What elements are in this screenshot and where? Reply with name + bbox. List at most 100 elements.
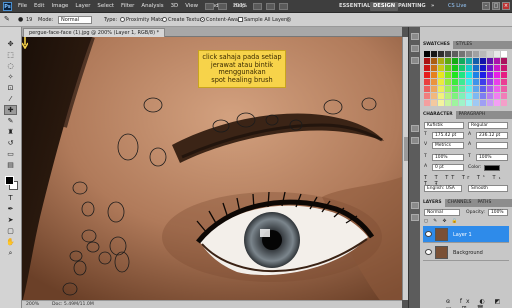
shape-tool-icon[interactable]: ▢ — [4, 226, 17, 236]
visibility-eye-icon[interactable] — [425, 231, 432, 237]
color-swatch[interactable] — [424, 93, 430, 99]
visibility-eye-icon[interactable] — [425, 249, 432, 255]
color-swatch[interactable] — [466, 58, 472, 64]
color-swatch[interactable] — [501, 72, 507, 78]
quick-select-tool-icon[interactable]: ✧ — [4, 72, 17, 82]
color-swatch[interactable] — [501, 100, 507, 106]
color-swatch[interactable] — [445, 79, 451, 85]
tracking-field[interactable] — [476, 142, 508, 149]
menu-3d[interactable]: 3D — [171, 3, 179, 9]
color-swatch[interactable] — [431, 65, 437, 71]
horizontal-scale-field[interactable]: 100% — [476, 154, 508, 161]
lasso-tool-icon[interactable]: ◌ — [4, 61, 17, 71]
kerning-field[interactable]: Metrics — [432, 142, 464, 149]
crop-tool-icon[interactable]: ⊡ — [4, 83, 17, 93]
document-tab[interactable]: pergue-face-face (1).jpg @ 200% (Layer 1… — [23, 28, 166, 37]
color-swatch[interactable] — [473, 86, 479, 92]
history-panel-icon[interactable] — [411, 33, 419, 40]
color-swatch[interactable] — [424, 72, 430, 78]
pressure-size-icon[interactable]: ◎ — [286, 16, 291, 23]
color-swatch[interactable] — [487, 100, 493, 106]
status-zoom[interactable]: 200% — [26, 301, 39, 308]
brush-preset-icon[interactable]: ● — [18, 16, 23, 23]
minimize-button[interactable]: – — [482, 2, 490, 10]
color-swatch[interactable] — [473, 65, 479, 71]
color-swatch[interactable] — [459, 86, 465, 92]
move-tool-icon[interactable]: ✥ — [4, 39, 17, 49]
color-swatch[interactable] — [424, 51, 430, 57]
menu-image[interactable]: Image — [51, 3, 68, 9]
paragraph-panel-icon[interactable] — [411, 137, 419, 144]
gradient-tool-icon[interactable]: ▤ — [4, 160, 17, 170]
color-swatch[interactable] — [452, 100, 458, 106]
vertical-scale-field[interactable]: 100% — [432, 154, 464, 161]
create-texture-option[interactable]: Create Texture — [162, 17, 205, 23]
color-swatch[interactable] — [480, 65, 486, 71]
color-swatch[interactable] — [452, 86, 458, 92]
color-swatch[interactable] — [480, 93, 486, 99]
color-swatch[interactable] — [438, 86, 444, 92]
color-swatch[interactable] — [480, 79, 486, 85]
color-swatch[interactable] — [473, 51, 479, 57]
color-swatch[interactable] — [459, 100, 465, 106]
proximity-radio[interactable] — [120, 17, 125, 22]
actions-panel-icon[interactable] — [411, 45, 419, 52]
foreground-color[interactable] — [5, 176, 14, 185]
color-swatch[interactable] — [438, 51, 444, 57]
sample-all-checkbox[interactable] — [238, 17, 243, 22]
clone-stamp-tool-icon[interactable]: ♜ — [4, 127, 17, 137]
color-swatch[interactable] — [487, 51, 493, 57]
color-swatch[interactable] — [487, 93, 493, 99]
color-swatch[interactable] — [473, 72, 479, 78]
tab-styles[interactable]: STYLES — [453, 41, 475, 49]
color-swatch[interactable] — [487, 58, 493, 64]
baseline-field[interactable]: 0 pt — [432, 164, 464, 171]
color-swatch[interactable] — [494, 72, 500, 78]
color-swatch[interactable] — [431, 51, 437, 57]
content-aware-option[interactable]: Content-Aware — [200, 17, 243, 23]
color-swatch[interactable] — [445, 93, 451, 99]
color-swatch[interactable] — [424, 58, 430, 64]
color-swatch[interactable] — [501, 93, 507, 99]
color-swatch[interactable] — [487, 79, 493, 85]
color-swatch[interactable] — [494, 79, 500, 85]
color-swatch[interactable] — [494, 86, 500, 92]
blend-mode-select[interactable]: Normal — [424, 209, 460, 216]
menu-view[interactable]: View — [185, 3, 198, 9]
color-swatch[interactable] — [424, 65, 430, 71]
color-swatch[interactable] — [438, 93, 444, 99]
color-swatch[interactable] — [494, 93, 500, 99]
eyedropper-tool-icon[interactable]: ⁄ — [4, 94, 17, 104]
color-swatch[interactable] — [438, 65, 444, 71]
color-swatch[interactable] — [431, 86, 437, 92]
color-swatch[interactable] — [466, 51, 472, 57]
color-swatch[interactable] — [431, 79, 437, 85]
color-swatch[interactable] — [445, 51, 451, 57]
mode-select[interactable]: Normal — [58, 16, 92, 24]
close-button[interactable]: × — [502, 2, 510, 10]
color-swatch[interactable] — [501, 58, 507, 64]
color-swatch[interactable] — [466, 93, 472, 99]
tab-paragraph[interactable]: PARAGRAPH — [456, 111, 488, 119]
font-size-field[interactable]: 175.42 pt — [432, 132, 464, 139]
opacity-field[interactable]: 100% — [488, 209, 508, 216]
tab-channels[interactable]: CHANNELS — [445, 199, 475, 207]
color-swatch[interactable] — [473, 93, 479, 99]
menu-layer[interactable]: Layer — [75, 3, 90, 9]
brush-size-value[interactable]: 19 — [26, 17, 32, 23]
tab-paths[interactable]: PATHS — [474, 199, 494, 207]
color-swatch[interactable] — [487, 72, 493, 78]
menu-edit[interactable]: Edit — [34, 3, 44, 9]
color-swatch[interactable] — [431, 58, 437, 64]
anti-alias-select[interactable]: Smooth — [468, 185, 508, 192]
color-swatch[interactable] — [473, 58, 479, 64]
text-tool-icon[interactable]: T — [4, 193, 17, 203]
color-swatch[interactable] — [445, 86, 451, 92]
color-swatch[interactable] — [431, 93, 437, 99]
proximity-match-option[interactable]: Proximity Match — [120, 17, 166, 23]
bridge-icon[interactable] — [205, 3, 214, 10]
maximize-button[interactable]: □ — [492, 2, 500, 10]
color-swatch[interactable] — [466, 100, 472, 106]
layer-actions-bar[interactable]: ɞ fx ◐ ◩ ▭ ⊞ 🗑 — [446, 298, 512, 308]
color-swatch[interactable] — [494, 65, 500, 71]
